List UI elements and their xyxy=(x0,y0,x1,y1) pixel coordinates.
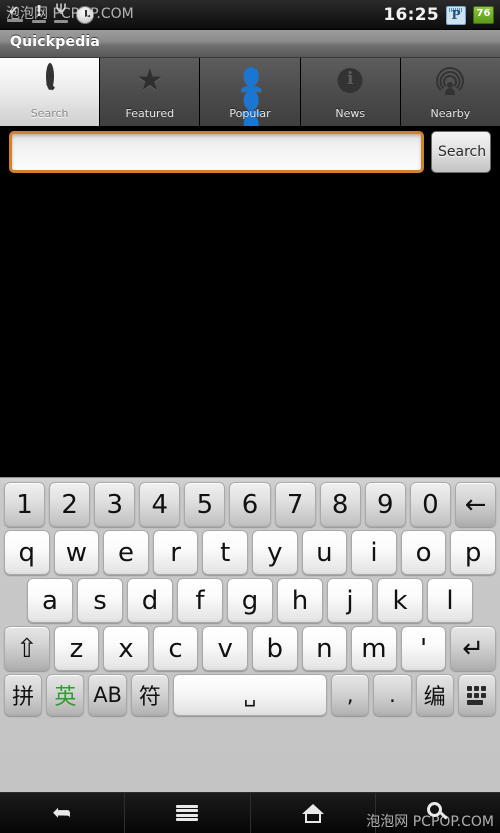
nearby-radar-icon xyxy=(433,66,467,98)
key-h[interactable]: h xyxy=(277,578,323,623)
english-mode-key[interactable]: 英 xyxy=(46,674,85,716)
status-bar: 16:25 76 xyxy=(0,0,500,30)
key-r[interactable]: r xyxy=(152,530,199,575)
keypad-grid-icon[interactable] xyxy=(457,674,497,716)
results-content-area xyxy=(0,181,500,477)
enter-key[interactable]: ↵ xyxy=(450,626,496,671)
tab-popular-label: Popular xyxy=(229,107,271,120)
key-3[interactable]: 3 xyxy=(94,482,136,527)
key-8[interactable]: 8 xyxy=(319,482,361,527)
nav-back-button[interactable]: ➦ xyxy=(0,793,126,833)
key-p[interactable]: p xyxy=(450,530,496,575)
key-0[interactable]: 0 xyxy=(409,482,451,527)
key-s[interactable]: s xyxy=(77,578,123,623)
usb-icon xyxy=(54,2,68,24)
key-n[interactable]: n xyxy=(301,626,348,671)
on-screen-keyboard: 1 2 3 4 5 6 7 8 9 0 ← q w e r t y u i o … xyxy=(0,477,500,792)
battery-level-text: 76 xyxy=(476,8,491,19)
nav-menu-button[interactable] xyxy=(125,793,251,833)
edit-key[interactable]: 编 xyxy=(415,674,454,716)
tab-nearby[interactable]: Nearby xyxy=(400,58,500,126)
key-9[interactable]: 9 xyxy=(364,482,406,527)
key-d[interactable]: d xyxy=(127,578,173,623)
key-f[interactable]: f xyxy=(177,578,223,623)
key-apostrophe[interactable]: ' xyxy=(400,626,447,671)
space-key[interactable]: ␣ xyxy=(172,674,328,716)
key-g[interactable]: g xyxy=(227,578,273,623)
search-button[interactable]: Search xyxy=(431,131,491,173)
app-title-bar: Quickpedia xyxy=(0,30,500,58)
keyboard-row-asdf: a s d f g h j k l xyxy=(0,578,500,623)
key-o[interactable]: o xyxy=(400,530,447,575)
key-y[interactable]: y xyxy=(251,530,298,575)
key-e[interactable]: e xyxy=(103,530,149,575)
search-icon xyxy=(426,802,449,824)
home-icon xyxy=(301,803,324,823)
system-navigation-bar: ➦ xyxy=(0,792,500,833)
key-x[interactable]: x xyxy=(103,626,149,671)
key-z[interactable]: z xyxy=(53,626,100,671)
key-2[interactable]: 2 xyxy=(49,482,91,527)
hamburger-menu-icon xyxy=(176,804,199,822)
pinyin-mode-key[interactable]: 拼 xyxy=(4,674,43,716)
key-v[interactable]: v xyxy=(202,626,248,671)
key-5[interactable]: 5 xyxy=(184,482,226,527)
symbol-mode-key[interactable]: 符 xyxy=(130,674,169,716)
comma-key[interactable]: , xyxy=(331,674,370,716)
keyboard-row-numbers: 1 2 3 4 5 6 7 8 9 0 ← xyxy=(0,480,500,527)
key-6[interactable]: 6 xyxy=(229,482,271,527)
tab-search[interactable]: Search xyxy=(0,58,101,126)
key-u[interactable]: u xyxy=(301,530,348,575)
period-key[interactable]: . xyxy=(373,674,412,716)
keyboard-row-zxcv: ⇧ z x c v b n m ' ↵ xyxy=(0,626,500,671)
key-4[interactable]: 4 xyxy=(139,482,181,527)
keyboard-row-qwerty: q w e r t y u i o p xyxy=(0,530,500,575)
battery-icon: 76 xyxy=(473,6,494,24)
tab-popular[interactable]: 👤👤👤 Popular xyxy=(200,58,301,141)
warning-icon xyxy=(32,2,46,24)
key-l[interactable]: l xyxy=(427,578,473,623)
star-icon: ★ xyxy=(136,63,164,98)
back-arrow-icon: ➦ xyxy=(52,799,72,826)
nav-home-button[interactable] xyxy=(251,793,376,833)
search-row: Search xyxy=(0,126,500,181)
key-c[interactable]: c xyxy=(152,626,199,671)
tab-bar: Search ★ Featured 👤👤👤 Popular News Nearb… xyxy=(0,58,500,141)
people-icon: 👤👤👤 xyxy=(237,68,265,141)
tab-news-label: News xyxy=(335,107,366,120)
key-w[interactable]: w xyxy=(53,530,100,575)
status-bar-right-icons: 16:25 76 xyxy=(383,0,494,30)
search-icon xyxy=(33,63,67,98)
tab-featured[interactable]: ★ Featured xyxy=(100,58,201,126)
checkmark-sync-icon xyxy=(6,4,24,23)
ab-mode-key[interactable]: AB xyxy=(88,674,127,716)
keyboard-row-functions: 拼 英 AB 符 ␣ , . 编 xyxy=(0,674,500,716)
status-bar-clock: 16:25 xyxy=(383,4,439,25)
tab-featured-label: Featured xyxy=(125,107,175,120)
tab-search-label: Search xyxy=(30,107,69,120)
key-t[interactable]: t xyxy=(202,530,248,575)
key-1[interactable]: 1 xyxy=(4,482,46,527)
key-i[interactable]: i xyxy=(351,530,397,575)
shift-key[interactable]: ⇧ xyxy=(4,626,50,671)
backspace-key[interactable]: ← xyxy=(454,482,497,527)
key-7[interactable]: 7 xyxy=(274,482,316,527)
status-bar-left-icons xyxy=(6,0,94,30)
pcpop-app-icon xyxy=(446,5,466,25)
key-a[interactable]: a xyxy=(27,578,73,623)
alarm-clock-icon xyxy=(76,6,94,24)
tab-news[interactable]: News xyxy=(300,58,401,126)
key-k[interactable]: k xyxy=(377,578,423,623)
key-b[interactable]: b xyxy=(251,626,298,671)
android-phone-screen: 16:25 76 Quickpedia Search ★ Featured 👤👤… xyxy=(0,0,500,833)
page-title: Quickpedia xyxy=(10,34,101,50)
info-icon xyxy=(333,66,367,98)
nav-search-button[interactable] xyxy=(376,793,500,833)
key-j[interactable]: j xyxy=(327,578,373,623)
tab-nearby-label: Nearby xyxy=(430,107,471,120)
key-q[interactable]: q xyxy=(4,530,50,575)
search-input[interactable] xyxy=(9,131,424,173)
key-m[interactable]: m xyxy=(351,626,397,671)
